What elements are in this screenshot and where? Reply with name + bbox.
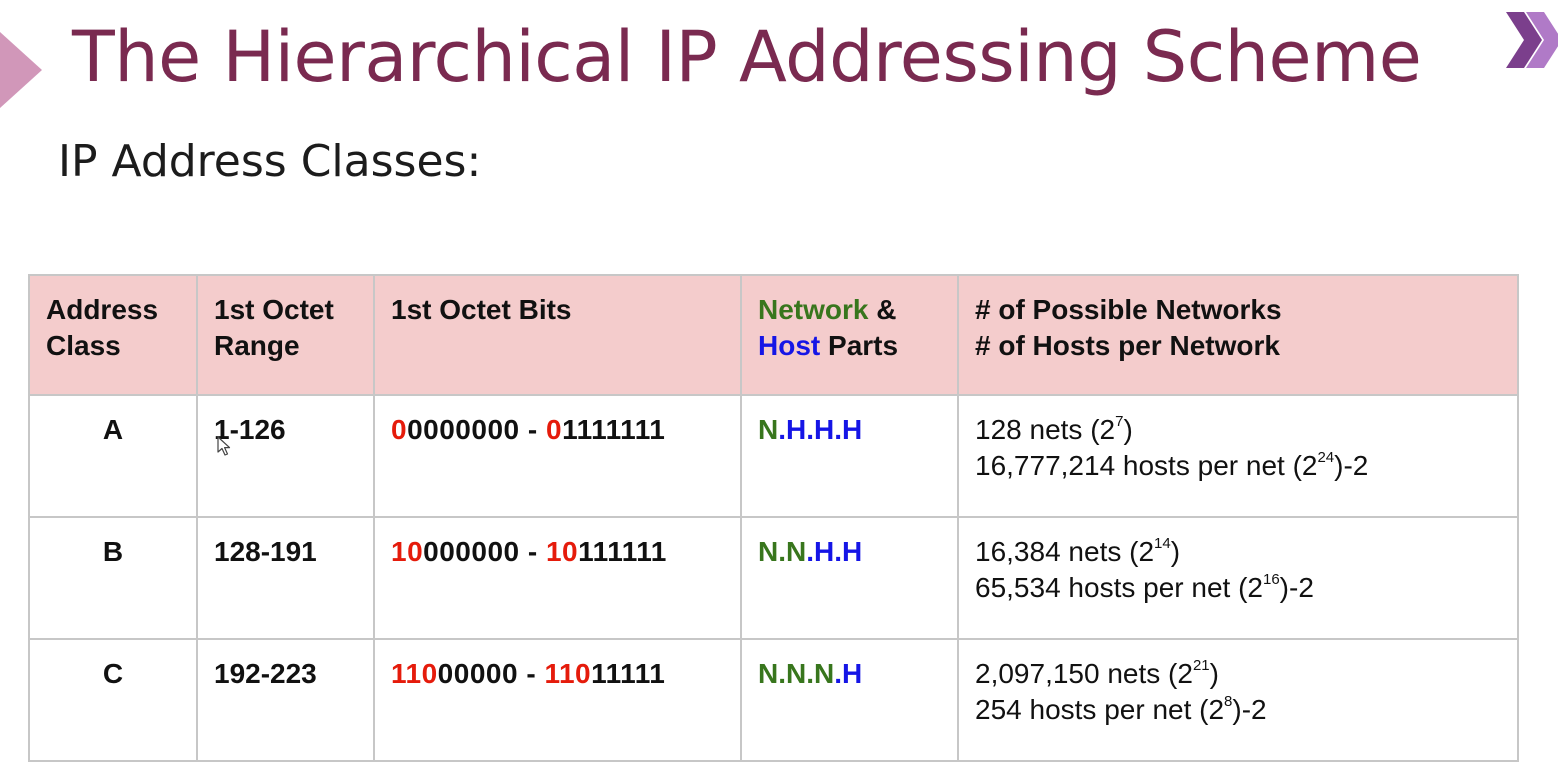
section-subtitle: IP Address Classes: — [58, 136, 482, 187]
header-network-label: Network — [758, 294, 869, 325]
page-title: The Hierarchical IP Addressing Scheme — [72, 16, 1422, 98]
range-cell: 128-191 — [196, 516, 375, 640]
table-row: B 128-191 10000000 - 10111111 N.N.H.H 16… — [28, 516, 1519, 640]
header-counts: # of Possible Networks # of Hosts per Ne… — [957, 274, 1519, 396]
chevron-right-icon[interactable] — [0, 32, 42, 108]
bits-cell: 10000000 - 10111111 — [373, 516, 742, 640]
mouse-cursor-icon — [217, 436, 231, 456]
range-cell: 192-223 — [196, 638, 375, 762]
table-header-row: Address Class 1st Octet Range 1st Octet … — [28, 274, 1519, 396]
parts-cell: N.H.H.H — [740, 394, 959, 518]
bits-cell: 11000000 - 11011111 — [373, 638, 742, 762]
ip-classes-table: Address Class 1st Octet Range 1st Octet … — [28, 274, 1519, 762]
header-octet-bits: 1st Octet Bits — [373, 274, 742, 396]
counts-cell: 128 nets (27) 16,777,214 hosts per net (… — [957, 394, 1519, 518]
slide: The Hierarchical IP Addressing Scheme IP… — [0, 0, 1558, 782]
header-network-host-parts: Network & Host Parts — [740, 274, 959, 396]
counts-cell: 2,097,150 nets (221) 254 hosts per net (… — [957, 638, 1519, 762]
parts-cell: N.N.H.H — [740, 516, 959, 640]
double-chevron-right-icon[interactable] — [1504, 8, 1558, 72]
parts-cell: N.N.N.H — [740, 638, 959, 762]
table-row: A 1-126 00000000 - 01111111 N.H.H.H 128 … — [28, 394, 1519, 518]
header-host-label: Host — [758, 330, 821, 361]
class-cell: A — [28, 394, 198, 518]
header-octet-range: 1st Octet Range — [196, 274, 375, 396]
table-row: C 192-223 11000000 - 11011111 N.N.N.H 2,… — [28, 638, 1519, 762]
class-cell: C — [28, 638, 198, 762]
class-cell: B — [28, 516, 198, 640]
header-address-class: Address Class — [28, 274, 198, 396]
counts-cell: 16,384 nets (214) 65,534 hosts per net (… — [957, 516, 1519, 640]
bits-cell: 00000000 - 01111111 — [373, 394, 742, 518]
